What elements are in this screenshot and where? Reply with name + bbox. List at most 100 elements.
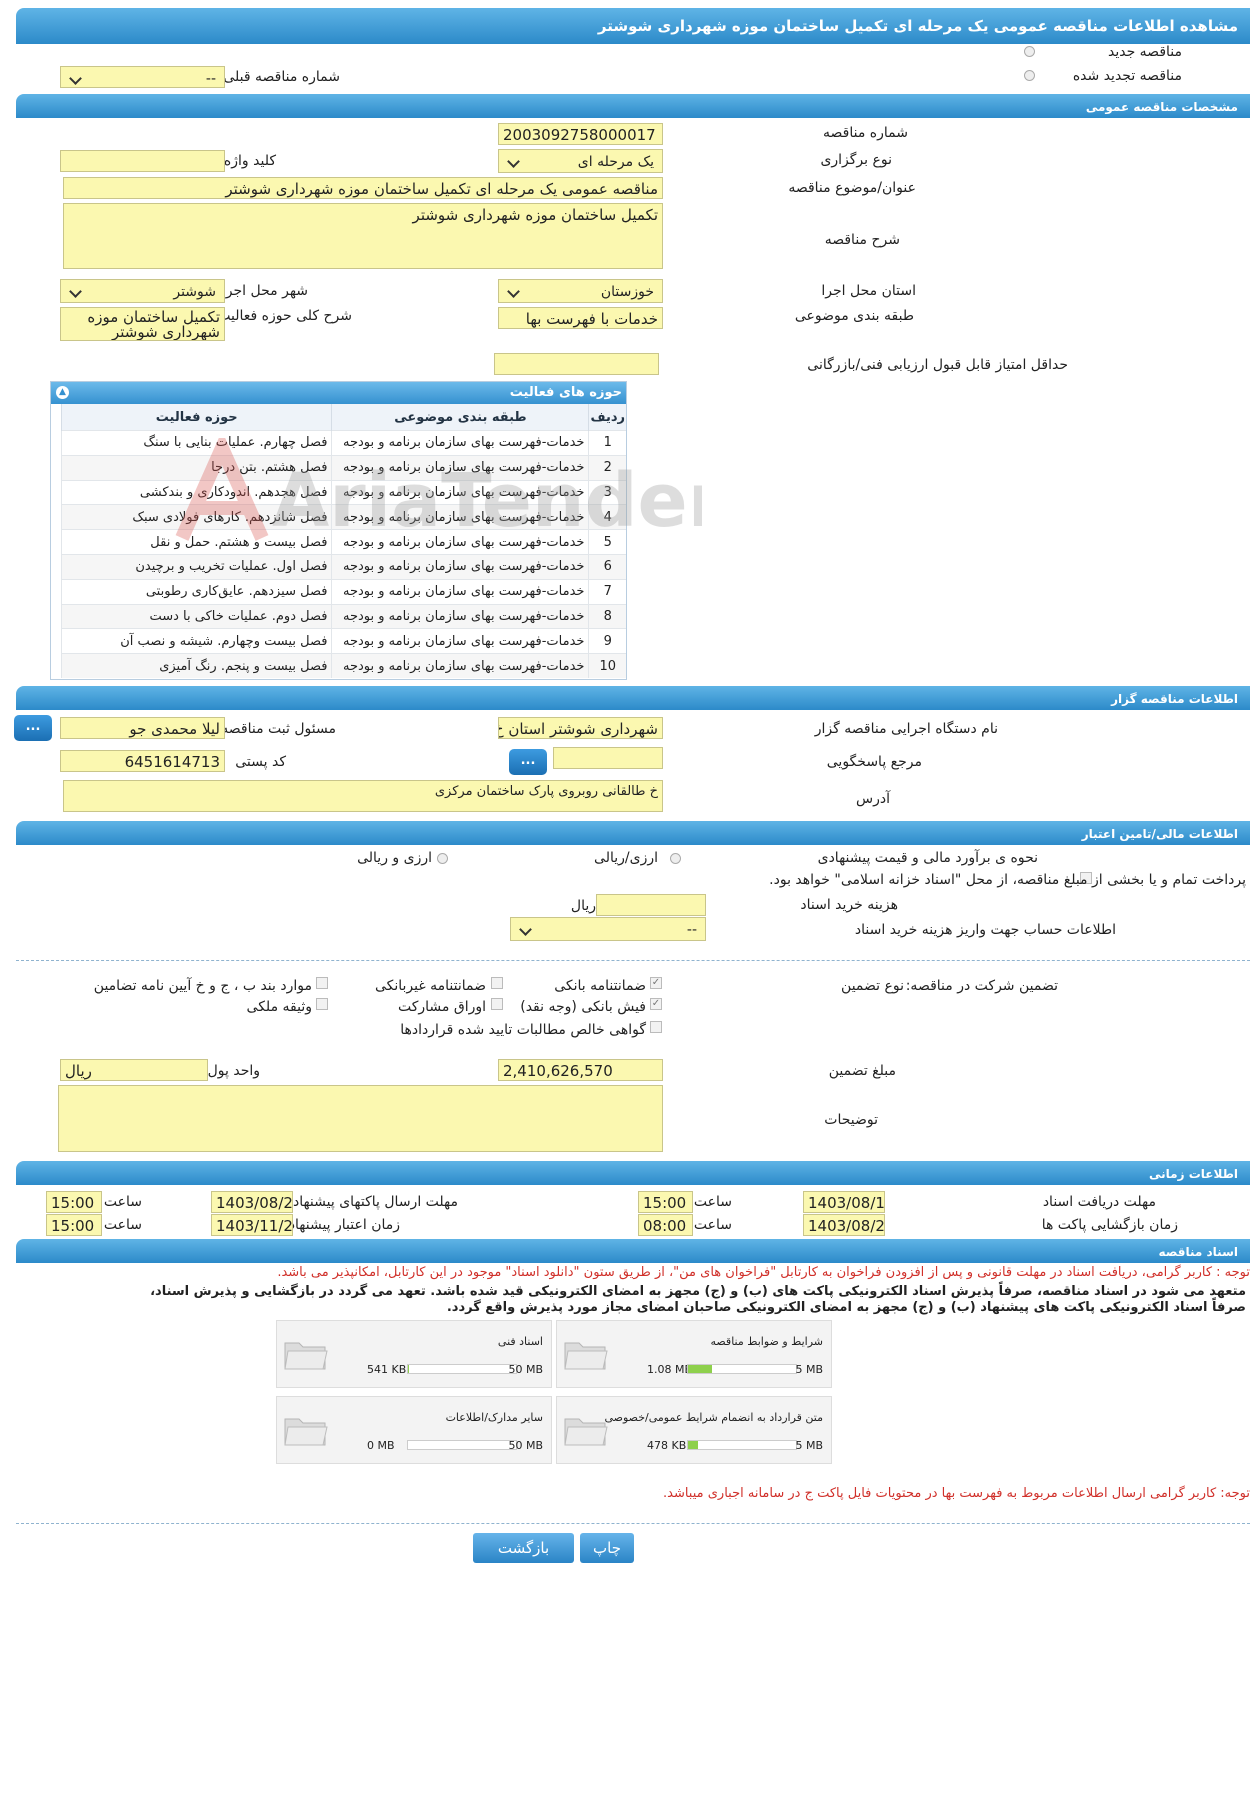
table-row: 7 خدمات-فهرست بهای سازمان برنامه و بودجه ف… <box>60 578 626 605</box>
category-cell: خدمات-فهرست بهای سازمان برنامه و بودجه <box>331 653 589 678</box>
chevron-down-icon <box>507 285 520 298</box>
upload-progress <box>687 1364 797 1374</box>
activity-cell: فصل دوم. عملیات خاکی با دست <box>60 603 332 629</box>
back-button[interactable]: بازگشت <box>473 1533 574 1563</box>
min-score-field[interactable] <box>494 353 659 375</box>
document-size: 478 KB <box>647 1439 687 1452</box>
claims-label: گواهی خالص مطالبات تایید شده قراردادها <box>400 1022 646 1038</box>
items-label: موارد بند ب ، ج و خ آیین نامه تضامین <box>93 978 312 994</box>
account-select[interactable]: -- <box>510 917 706 941</box>
tender-number-label: شماره مناقصه <box>823 125 908 141</box>
valid-time[interactable]: 15:00 <box>46 1214 102 1236</box>
prev-number-label: شماره مناقصه قبلی <box>223 69 340 85</box>
receive-date[interactable]: 1403/08/16 <box>803 1191 885 1213</box>
activity-cell: فصل اول. عملیات تخریب و برچیدن <box>60 553 332 580</box>
category-field[interactable]: خدمات با فهرست بها <box>498 307 663 329</box>
city-label: شهر محل اجرا <box>221 283 308 299</box>
documents-note-3: صرفاً اسناد الکترونیکی پاکت های پیشنهاد … <box>446 1300 1246 1315</box>
registrar-browse-button[interactable]: ... <box>14 715 52 741</box>
city-select[interactable]: شوشتر <box>60 279 225 303</box>
documents-note-1: توجه : کاربر گرامی، دریافت اسناد در مهلت… <box>277 1265 1250 1280</box>
currency-field[interactable]: ریال <box>60 1059 208 1081</box>
renewed-tender-label: مناقصه تجدید شده <box>1072 68 1182 84</box>
document-name: اسناد فنی <box>497 1335 543 1348</box>
renewed-tender-radio[interactable] <box>1024 70 1035 81</box>
tender-number-field[interactable]: 2003092758000017 <box>498 123 663 145</box>
reference-browse-button[interactable]: ... <box>509 749 547 775</box>
row-number-cell: 9 <box>588 628 626 654</box>
col-row-header: ردیف <box>588 404 626 431</box>
property-checkbox[interactable] <box>316 998 328 1010</box>
organizer-section-header: اطلاعات مناقصه گزار <box>16 686 1250 710</box>
document-max-size: 50 MB <box>508 1363 543 1376</box>
col-activity-header: حوزه فعالیت <box>60 404 332 431</box>
timing-section-title: اطلاعات زمانی <box>1149 1167 1238 1181</box>
account-label: اطلاعات حساب جهت واریز هزینه خرید اسناد <box>854 922 1116 938</box>
rial-radio[interactable] <box>670 853 681 864</box>
holding-type-select[interactable]: یک مرحله ای <box>498 149 663 173</box>
bank-guarantee-label: ضمانتنامه بانکی <box>554 978 646 994</box>
divider <box>16 960 1250 961</box>
cash-label: فیش بانکی (وجه نقد) <box>520 999 646 1015</box>
activity-panel-title: حوزه های فعالیت <box>509 385 622 400</box>
bonds-checkbox[interactable] <box>491 998 503 1010</box>
subject-label: عنوان/موضوع مناقصه <box>788 180 916 196</box>
currency-value: ریال <box>65 1062 92 1080</box>
watermark-text: AriaTender.neT <box>272 458 702 544</box>
postal-field[interactable]: 6451614713 <box>60 750 225 772</box>
submit-time[interactable]: 15:00 <box>46 1191 102 1213</box>
address-field[interactable]: خ طالقانی روبروی پارک ساختمان مرکزی <box>63 780 663 812</box>
folder-icon <box>564 1342 608 1370</box>
doc-fee-field[interactable] <box>596 894 706 916</box>
bank-guarantee-checkbox[interactable]: ✓ <box>650 977 662 989</box>
document-max-size: 5 MB <box>795 1439 823 1452</box>
row-number-cell: 7 <box>588 578 626 605</box>
receive-time-label: ساعت <box>693 1194 732 1210</box>
financial-section-title: اطلاعات مالی/تامین اعتبار <box>1081 827 1238 841</box>
keyword-field[interactable] <box>60 150 225 172</box>
submit-date[interactable]: 1403/08/26 <box>211 1191 293 1213</box>
doc-fee-label: هزینه خرید اسناد <box>800 897 898 913</box>
reference-field[interactable] <box>553 747 663 769</box>
open-time[interactable]: 08:00 <box>638 1214 693 1236</box>
province-label: استان محل اجرا <box>821 283 916 299</box>
doc-fee-unit: ریال <box>570 898 596 914</box>
financial-section-header: اطلاعات مالی/تامین اعتبار <box>16 821 1250 845</box>
document-card[interactable]: سایر مدارک/اطلاعات 0 MB 50 MB <box>276 1396 552 1464</box>
items-checkbox[interactable] <box>316 977 328 989</box>
valid-date[interactable]: 1403/11/27 <box>211 1214 293 1236</box>
receive-time[interactable]: 15:00 <box>638 1191 693 1213</box>
document-card[interactable]: متن قرارداد به انضمام شرایط عمومی/خصوصی 4… <box>556 1396 832 1464</box>
row-number-cell: 6 <box>588 553 626 580</box>
registrar-field[interactable]: لیلا محمدی جو <box>60 717 225 739</box>
cash-checkbox[interactable]: ✓ <box>650 998 662 1010</box>
collapse-icon[interactable]: ▲ <box>56 386 69 399</box>
open-time-label: ساعت <box>693 1217 732 1233</box>
fx-radio[interactable] <box>437 853 448 864</box>
print-button[interactable]: چاپ <box>580 1533 634 1563</box>
subject-field[interactable]: مناقصه عمومی یک مرحله ای تکمیل ساختمان م… <box>63 177 663 199</box>
document-card[interactable]: اسناد فنی 541 KB 50 MB <box>276 1320 552 1388</box>
documents-note-4: توجه: کاربر گرامی ارسال اطلاعات مربوط به… <box>663 1486 1250 1501</box>
new-tender-label: مناقصه جدید <box>1107 44 1182 60</box>
category-cell: خدمات-فهرست بهای سازمان برنامه و بودجه <box>331 628 589 654</box>
activity-desc-field[interactable]: تکمیل ساختمان موزه شهرداری شوشتر <box>60 307 225 341</box>
registrar-label: مسئول ثبت مناقصه <box>221 721 336 737</box>
watermark-icon: AriaTender.neT <box>175 430 896 544</box>
org-field[interactable]: شهرداری شوشتر استان خ <box>498 717 663 739</box>
non-bank-label: ضمانتنامه غیربانکی <box>374 978 486 994</box>
open-date[interactable]: 1403/08/27 <box>803 1214 885 1236</box>
non-bank-checkbox[interactable] <box>491 977 503 989</box>
row-number-cell: 8 <box>588 603 626 629</box>
new-tender-radio[interactable] <box>1024 46 1035 57</box>
amount-field[interactable]: 2,410,626,570 <box>498 1059 663 1081</box>
province-select[interactable]: خوزستان <box>498 279 663 303</box>
receive-label: مهلت دریافت اسناد <box>1042 1194 1156 1210</box>
claims-checkbox[interactable] <box>650 1021 662 1033</box>
prev-number-select[interactable]: -- <box>60 66 225 88</box>
notes-field[interactable] <box>58 1085 663 1152</box>
general-section-title: مشخصات مناقصه عمومی <box>1085 100 1238 114</box>
description-field[interactable]: تکمیل ساختمان موزه شهرداری شوشتر <box>63 203 663 269</box>
document-card[interactable]: شرایط و ضوابط مناقصه 1.08 MB 5 MB <box>556 1320 832 1388</box>
reference-label: مرجع پاسخگویی <box>826 754 922 770</box>
